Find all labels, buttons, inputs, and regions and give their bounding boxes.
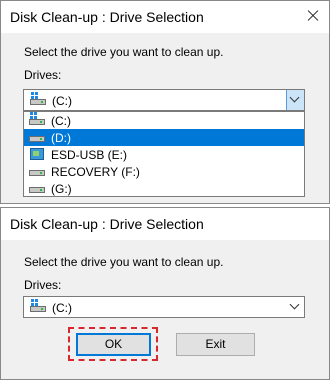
instruction-text: Select the drive you want to clean up.: [24, 45, 224, 59]
drive-option-c[interactable]: (C:): [24, 112, 304, 129]
instruction-text: Select the drive you want to clean up.: [24, 255, 224, 269]
close-icon[interactable]: [301, 5, 325, 27]
drive-option-label: ESD-USB (E:): [51, 148, 128, 162]
windows-drive-icon: [29, 112, 45, 125]
drives-label: Drives:: [24, 68, 62, 82]
exit-button[interactable]: Exit: [176, 333, 255, 356]
windows-drive-icon: [30, 299, 46, 312]
drive-option-e[interactable]: ESD-USB (E:): [24, 146, 304, 163]
dropdown-arrow-button[interactable]: [286, 90, 304, 110]
drive-selection-dialog-expanded: Disk Clean-up : Drive Selection Select t…: [0, 0, 330, 204]
dialog-title: Disk Clean-up : Drive Selection: [10, 9, 204, 25]
selected-drive-text: (C:): [52, 94, 72, 108]
hard-drive-icon: [29, 168, 45, 176]
dropdown-arrow-button[interactable]: [287, 297, 304, 317]
windows-drive-icon: [30, 92, 46, 105]
drive-option-d[interactable]: (D:): [24, 129, 304, 146]
drive-selection-dialog: Disk Clean-up : Drive Selection Select t…: [0, 207, 330, 380]
drives-dropdown-list: (C:) (D:) ESD-USB (E:) RECOVERY (F:) (G:…: [23, 111, 305, 197]
ok-button[interactable]: OK: [76, 333, 151, 356]
hard-drive-icon: [29, 185, 45, 193]
drive-option-label: RECOVERY (F:): [51, 165, 140, 179]
drives-label: Drives:: [24, 278, 62, 292]
selected-drive-text: (C:): [52, 301, 72, 315]
drives-combobox[interactable]: (C:): [23, 296, 305, 318]
dialog-title: Disk Clean-up : Drive Selection: [10, 216, 204, 232]
title-bar: Disk Clean-up : Drive Selection: [1, 1, 329, 33]
drive-option-f[interactable]: RECOVERY (F:): [24, 163, 304, 180]
title-bar: Disk Clean-up : Drive Selection: [1, 208, 329, 240]
drive-option-label: (D:): [51, 131, 71, 145]
drive-option-label: (C:): [51, 114, 71, 128]
hard-drive-icon: [29, 134, 45, 142]
chevron-down-icon: [289, 299, 300, 310]
drive-option-label: (G:): [51, 182, 72, 196]
drive-option-g[interactable]: (G:): [24, 180, 304, 197]
chevron-down-icon: [289, 92, 300, 103]
drives-combobox[interactable]: (C:): [23, 89, 305, 111]
usb-drive-icon: [29, 148, 45, 160]
